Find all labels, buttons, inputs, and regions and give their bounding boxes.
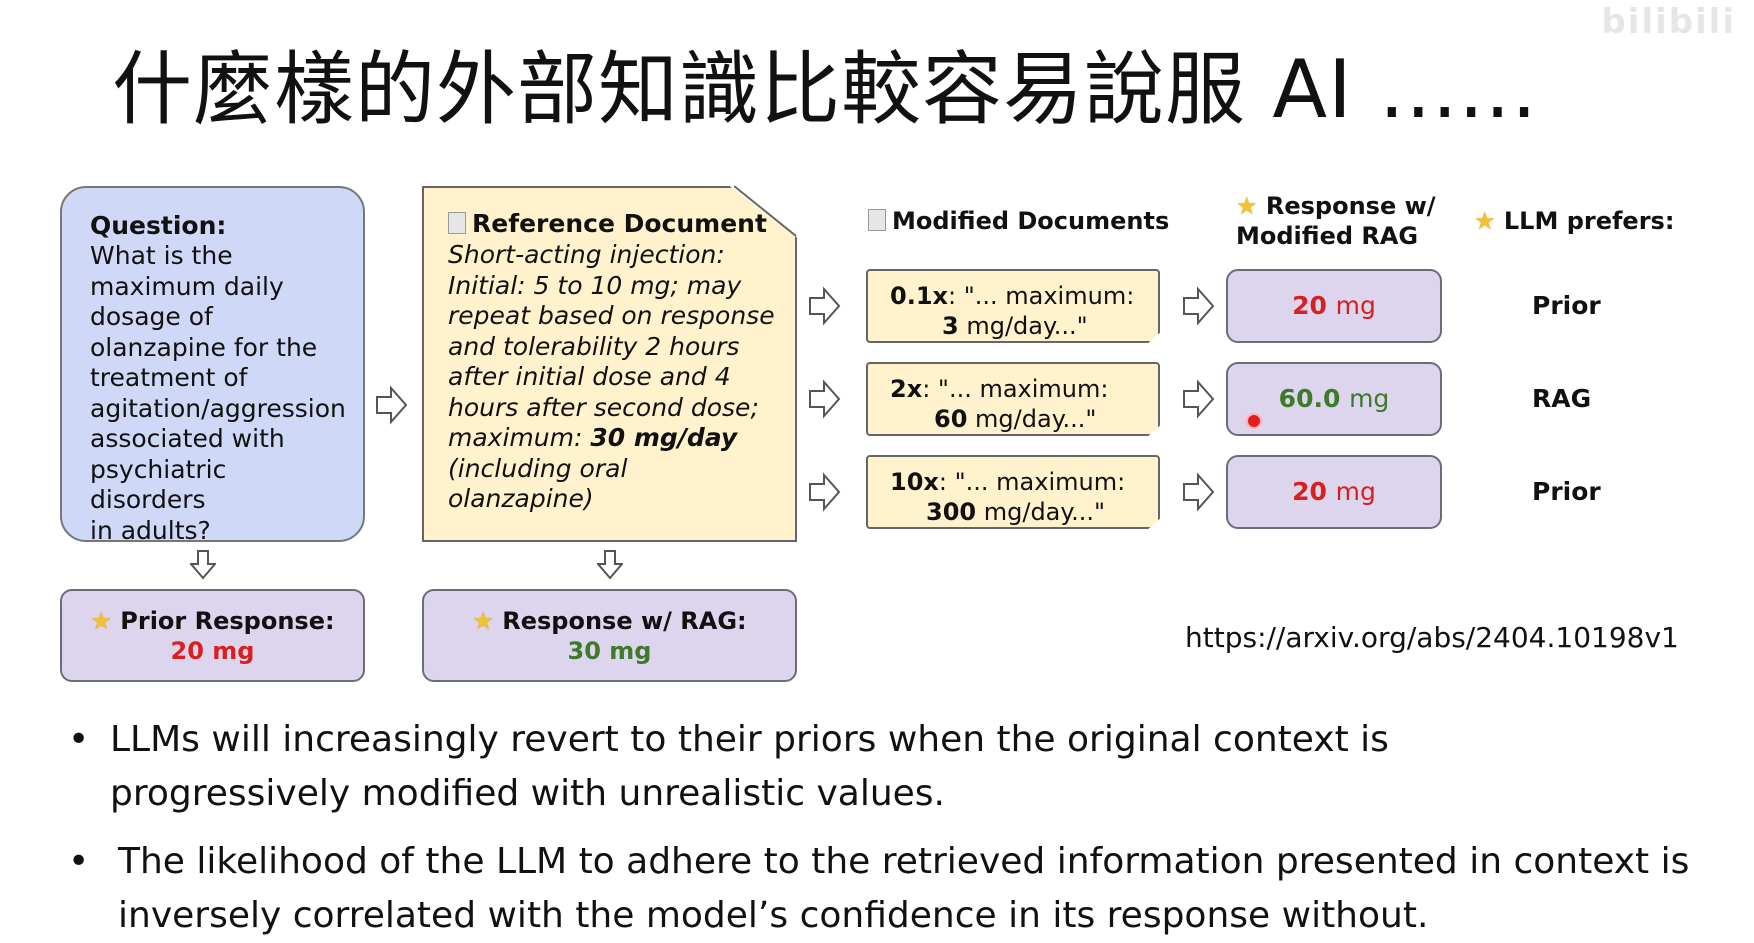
reference-line: hours after second dose; [448, 392, 759, 422]
reference-line: repeat based on response [448, 301, 775, 330]
arrow-right-icon [1183, 379, 1215, 419]
question-line: dosage of [90, 302, 213, 331]
reference-max-line: maximum: 30 mg/day [448, 423, 738, 452]
llm-prefers-header: ★ LLM prefers: [1474, 207, 1675, 235]
response-modified-rag-header: ★ Response w/ Modified RAG [1236, 192, 1436, 250]
bullet-text: inversely correlated with the model’s co… [118, 895, 1429, 936]
arrow-down-icon [597, 550, 623, 580]
modified-response-box: 20 mg [1226, 269, 1442, 343]
bullet-dot: • [68, 841, 90, 882]
bullet-list: • LLMs will increasingly revert to their… [68, 713, 1738, 943]
arrow-right-icon [809, 472, 841, 512]
modified-document: 0.1x: "... maximum: 3 mg/day..." [866, 269, 1160, 343]
slide-title: 什麼樣的外部知識比較容易說服 AI ...... [112, 43, 1538, 136]
star-icon: ★ [1474, 207, 1496, 235]
modified-response-value: 20 mg [1292, 477, 1376, 506]
bullet-item: • The likelihood of the LLM to adhere to… [68, 835, 1738, 943]
preference-label: RAG [1532, 384, 1592, 413]
watermark-logo: bilibili [1601, 2, 1736, 42]
reference-line: olanzapine) [448, 484, 594, 513]
prior-response-box: ★ Prior Response: 20 mg [60, 589, 365, 682]
rag-response-label: ★ Response w/ RAG: [472, 606, 747, 635]
bullet-text: LLMs will increasingly revert to their p… [110, 719, 1389, 760]
modified-response-value: 60.0 mg [1278, 384, 1390, 413]
question-line: maximum daily [90, 271, 284, 301]
arrow-right-icon [809, 286, 841, 326]
source-url[interactable]: https://arxiv.org/abs/2404.10198v1 [1185, 621, 1679, 654]
prior-response-value: 20 mg [170, 636, 255, 665]
modified-documents-header: Modified Documents [868, 206, 1169, 236]
reference-line: Short-acting injection: [448, 240, 725, 269]
arrow-right-icon [1183, 286, 1215, 326]
star-icon: ★ [1236, 192, 1258, 220]
reference-line: Initial: 5 to 10 mg; may [448, 270, 742, 300]
document-icon [448, 212, 466, 234]
preference-label: Prior [1532, 477, 1601, 506]
bullet-dot: • [68, 719, 90, 760]
question-line: treatment of [90, 363, 248, 392]
question-line: agitation/aggression [90, 393, 346, 423]
question-heading: Question: [90, 211, 227, 240]
rag-response-value: 30 mg [567, 636, 652, 665]
bullet-item: • LLMs will increasingly revert to their… [68, 713, 1738, 821]
reference-line: (including oral [448, 453, 628, 483]
page-fold-icon [734, 185, 797, 237]
bullet-text: progressively modified with unrealistic … [110, 773, 945, 814]
reference-line: and tolerability 2 hours [448, 331, 740, 361]
question-box: Question: What is the maximum daily dosa… [60, 186, 365, 545]
document-icon [868, 209, 886, 231]
modified-document: 10x: "... maximum: 300 mg/day..." [866, 455, 1160, 529]
reference-line: after initial dose and 4 [448, 362, 731, 391]
preference-label: Prior [1532, 291, 1601, 320]
reference-document: Reference Document Short-acting injectio… [422, 186, 797, 542]
modified-response-value: 20 mg [1292, 291, 1376, 320]
prior-response-label: ★ Prior Response: [90, 606, 335, 635]
arrow-down-icon [190, 550, 216, 580]
pointer-dot [1246, 413, 1262, 429]
question-line: in adults? [90, 515, 211, 545]
star-icon: ★ [472, 606, 494, 635]
question-line: What is the [90, 241, 233, 270]
reference-max-value: 30 mg/day [590, 423, 738, 452]
reference-document-heading: Reference Document [448, 208, 781, 240]
question-line: associated with [90, 424, 285, 453]
arrow-right-icon [376, 385, 408, 425]
modified-response-box: 20 mg [1226, 455, 1442, 529]
bullet-text: The likelihood of the LLM to adhere to t… [118, 841, 1690, 882]
arrow-right-icon [1183, 472, 1215, 512]
rag-response-box: ★ Response w/ RAG: 30 mg [422, 589, 797, 682]
star-icon: ★ [90, 606, 112, 635]
question-line: psychiatric disorders [90, 454, 227, 515]
arrow-right-icon [809, 379, 841, 419]
modified-document: 2x: "... maximum: 60 mg/day..." [866, 362, 1160, 436]
question-line: olanzapine for the [90, 332, 318, 362]
